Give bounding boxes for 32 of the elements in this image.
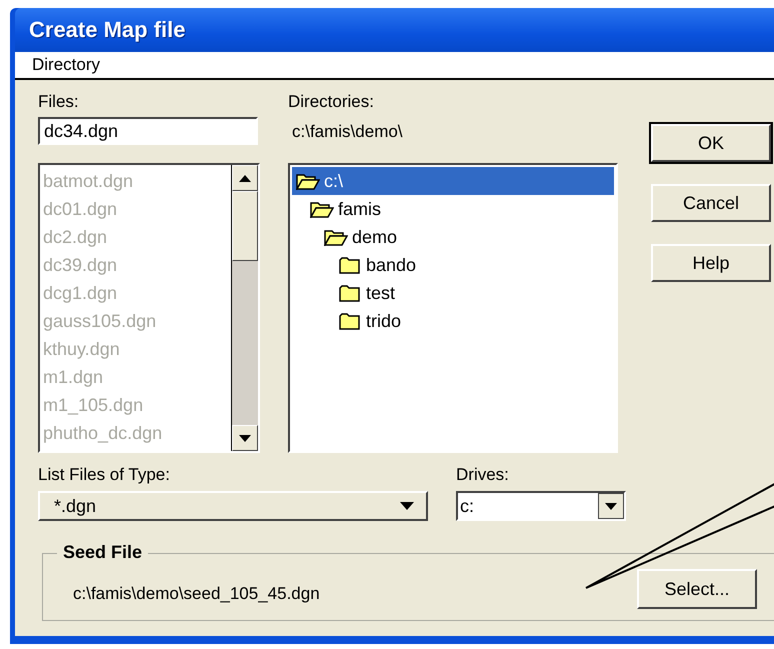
folder-icon [338,284,362,302]
folder-icon [338,256,362,274]
scrollbar[interactable] [231,165,258,451]
file-type-dropdown[interactable]: *.dgn [38,491,428,521]
drives-label: Drives: [456,464,510,486]
dialog-button[interactable]: Help [651,244,771,282]
open-folder-icon [324,228,348,246]
menu-item[interactable]: Directory [32,55,100,75]
tree-item[interactable]: famis [292,195,614,223]
select-button[interactable]: Select... [637,569,757,609]
tree-item[interactable]: demo [292,223,614,251]
tree-item[interactable]: trido [292,307,614,335]
files-label: Files: [38,91,80,113]
file-type-label: List Files of Type: [38,464,171,486]
seed-file-path: c:\famis\demo\seed_105_45.dgn [73,584,320,604]
dropdown-arrow-icon [400,502,414,510]
window-title: Create Map file [29,17,186,43]
directory-path: c:\famis\demo\ [291,121,404,143]
scroll-thumb[interactable] [232,191,258,261]
scroll-up-icon[interactable] [239,174,251,182]
open-folder-icon [296,172,320,190]
tree-item[interactable]: bando [292,251,614,279]
dropdown-arrow-icon [605,502,617,510]
directories-label: Directories: [288,91,375,113]
scroll-down-icon[interactable] [239,434,251,442]
dialog-button[interactable]: OK [651,124,771,162]
open-folder-icon [310,200,334,218]
dialog-button[interactable]: Cancel [651,184,771,222]
tree-item[interactable]: test [292,279,614,307]
tree-item[interactable]: c:\ [292,167,614,195]
drives-dropdown[interactable]: c: [456,491,626,521]
folder-icon [338,312,362,330]
